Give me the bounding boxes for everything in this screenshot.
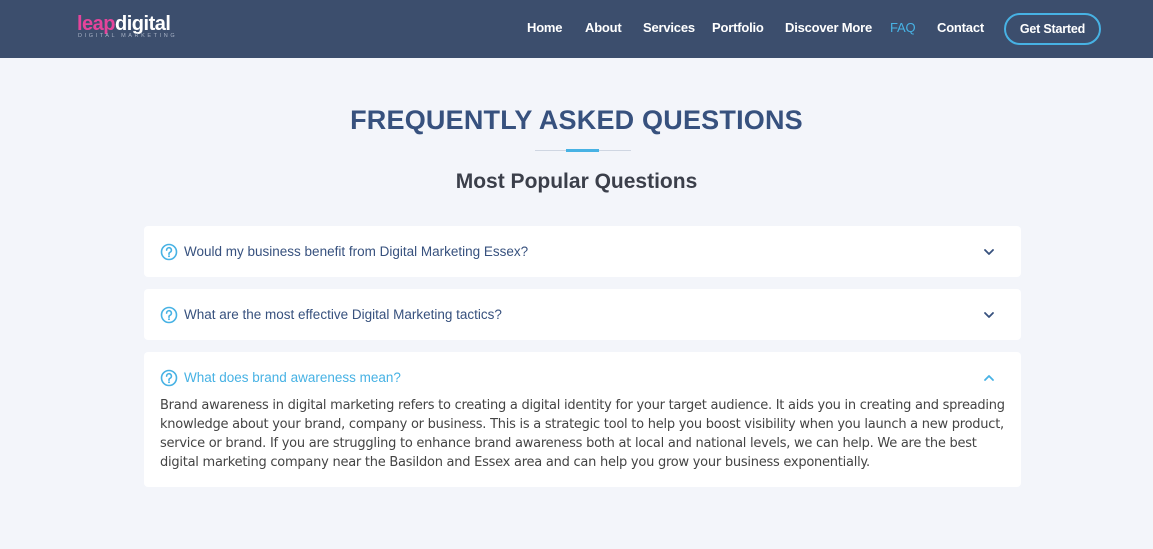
site-header: leapdigital DIGITAL MARKETING Home About… (0, 0, 1153, 58)
nav-about[interactable]: About (585, 20, 622, 35)
faq-question-text: What are the most effective Digital Mark… (184, 307, 502, 322)
nav-contact[interactable]: Contact (937, 20, 984, 35)
faq-question-text: What does brand awareness mean? (184, 370, 401, 385)
chevron-down-icon (984, 312, 994, 318)
section-title: FREQUENTLY ASKED QUESTIONS (350, 105, 803, 135)
chevron-up-icon (984, 375, 994, 381)
faq-question-toggle[interactable]: Would my business benefit from Digital M… (160, 243, 1005, 261)
nav-services[interactable]: Services (643, 20, 695, 35)
title-divider-accent (566, 149, 599, 152)
faq-item: Would my business benefit from Digital M… (144, 226, 1021, 277)
section-subtitle: Most Popular Questions (455, 170, 698, 193)
faq-question-toggle[interactable]: What does brand awareness mean? (160, 369, 1005, 387)
faq-question-toggle[interactable]: What are the most effective Digital Mark… (160, 306, 1005, 324)
main-nav: Home About Services Portfolio Discover M… (0, 0, 1153, 58)
nav-faq[interactable]: FAQ (890, 20, 916, 35)
question-circle-icon (160, 306, 178, 324)
faq-answer-text: Brand awareness in digital marketing ref… (160, 398, 1005, 470)
faq-item: What are the most effective Digital Mark… (144, 289, 1021, 340)
question-circle-icon (160, 243, 178, 261)
nav-portfolio[interactable]: Portfolio (712, 20, 764, 35)
get-started-button[interactable]: Get Started (1004, 13, 1101, 45)
faq-item-expanded: What does brand awareness mean? Brand aw… (144, 352, 1021, 487)
question-circle-icon (160, 369, 178, 387)
nav-discover-more[interactable]: Discover More (785, 20, 872, 35)
nav-home[interactable]: Home (527, 20, 563, 35)
chevron-down-icon (984, 249, 994, 255)
faq-question-text: Would my business benefit from Digital M… (184, 244, 529, 259)
